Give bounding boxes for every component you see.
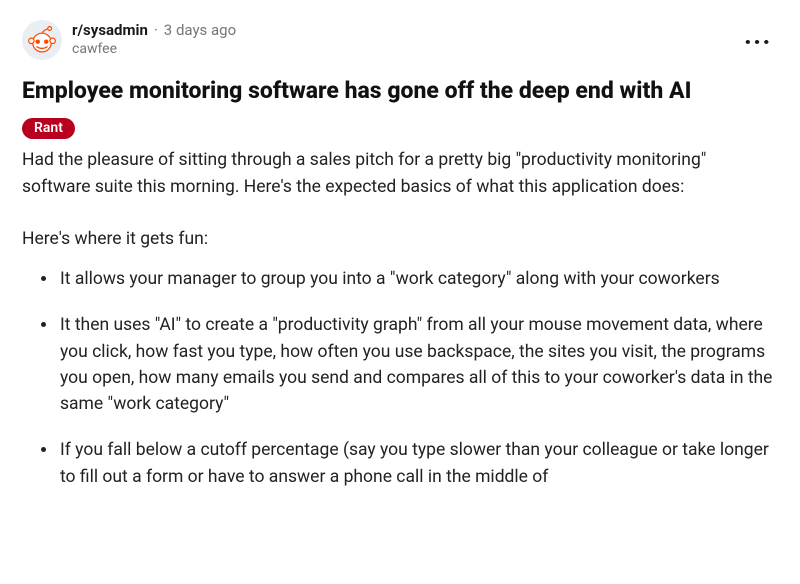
post-container: r/sysadmin · 3 days ago cawfee ... Emplo…	[0, 0, 800, 490]
post-body: Had the pleasure of sitting through a sa…	[22, 147, 778, 490]
post-title: Employee monitoring software has gone of…	[22, 76, 778, 105]
subreddit-avatar[interactable]	[22, 20, 62, 60]
post-paragraph-1: Had the pleasure of sitting through a sa…	[22, 147, 778, 200]
post-header-left: r/sysadmin · 3 days ago cawfee	[22, 20, 236, 60]
author-link[interactable]: cawfee	[72, 41, 236, 59]
list-item: It then uses "AI" to create a "productiv…	[58, 312, 778, 417]
post-meta-top: r/sysadmin · 3 days ago	[72, 21, 236, 40]
list-item: It allows your manager to group you into…	[58, 266, 778, 292]
post-meta: r/sysadmin · 3 days ago cawfee	[72, 21, 236, 58]
post-paragraph-2: Here's where it gets fun:	[22, 226, 778, 252]
post-timestamp: 3 days ago	[164, 21, 236, 40]
post-header: r/sysadmin · 3 days ago cawfee ...	[22, 20, 778, 60]
post-bullet-list: It allows your manager to group you into…	[22, 266, 778, 490]
snoo-icon	[25, 23, 59, 57]
post-flair[interactable]: Rant	[22, 118, 75, 139]
meta-separator: ·	[154, 21, 158, 40]
subreddit-link[interactable]: r/sysadmin	[72, 21, 148, 40]
overflow-menu-button[interactable]: ...	[738, 24, 778, 48]
list-item: If you fall below a cutoff percentage (s…	[58, 437, 778, 490]
